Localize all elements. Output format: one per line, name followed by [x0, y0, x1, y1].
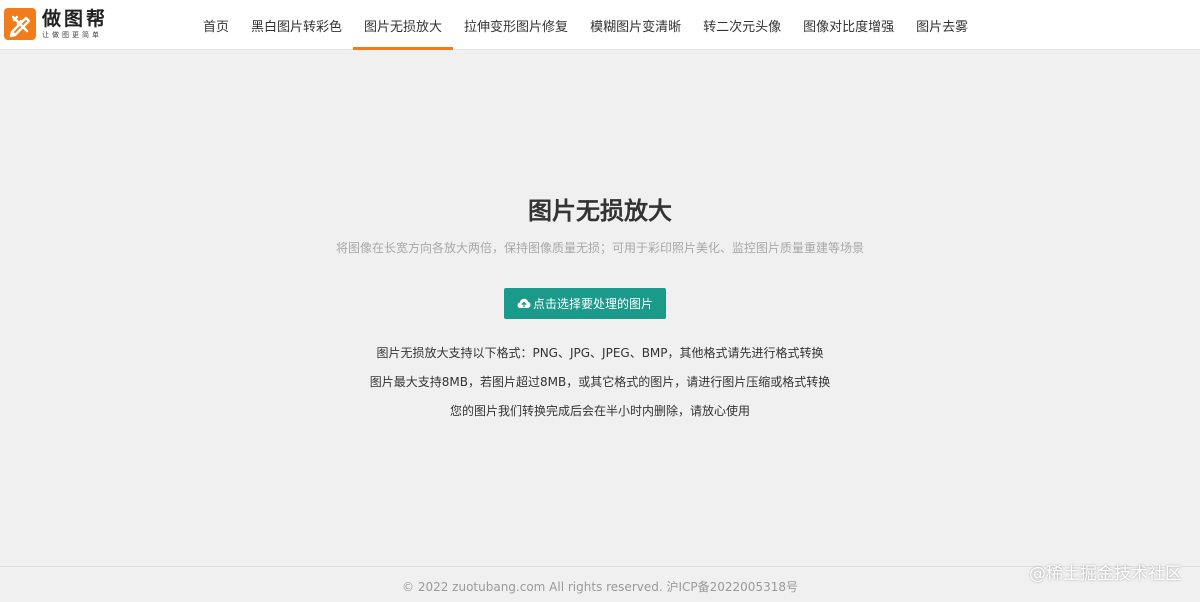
footer: © 2022 zuotubang.com All rights reserved… [0, 566, 1200, 602]
size-info: 图片最大支持8MB，若图片超过8MB，或其它格式的图片，请进行图片压缩或格式转换 [369, 375, 831, 389]
nav-item-colorize[interactable]: 黑白图片转彩色 [240, 0, 353, 50]
upload-button-label: 点击选择要处理的图片 [532, 297, 653, 311]
page-title: 图片无损放大 [528, 197, 672, 225]
nav-item-contrast-enhance[interactable]: 图像对比度增强 [792, 0, 905, 50]
pencil-ruler-icon [4, 8, 36, 40]
site-logo[interactable]: 做图帮 让做图更简单 [4, 7, 108, 41]
format-info: 图片无损放大支持以下格式：PNG、JPG、JPEG、BMP，其他格式请先进行格式… [376, 346, 824, 360]
privacy-info: 您的图片我们转换完成后会在半小时内删除，请放心使用 [449, 404, 750, 418]
main-content: 图片无损放大 将图像在长宽方向各放大两倍，保持图像质量无损；可用于彩印照片美化、… [0, 51, 1200, 565]
logo-slogan: 让做图更简单 [42, 30, 102, 39]
nav-item-home[interactable]: 首页 [192, 0, 240, 50]
copyright-text: © 2022 zuotubang.com All rights reserved… [402, 580, 798, 594]
main-nav: 首页 黑白图片转彩色 图片无损放大 拉伸变形图片修复 模糊图片变清晰 转二次元头… [192, 0, 979, 50]
nav-item-stretch-repair[interactable]: 拉伸变形图片修复 [453, 0, 579, 50]
watermark-text: @稀土掘金技术社区 [1029, 564, 1182, 584]
page-subtitle: 将图像在长宽方向各放大两倍，保持图像质量无损；可用于彩印照片美化、监控图片质量重… [335, 241, 864, 255]
nav-item-anime-avatar[interactable]: 转二次元头像 [692, 0, 792, 50]
nav-item-dehaze[interactable]: 图片去雾 [905, 0, 979, 50]
nav-item-deblur[interactable]: 模糊图片变清晰 [579, 0, 692, 50]
logo-text: 做图帮 让做图更简单 [42, 7, 109, 40]
cloud-upload-icon [517, 298, 531, 309]
nav-item-upscale[interactable]: 图片无损放大 [353, 0, 454, 50]
top-navbar: 做图帮 让做图更简单 首页 黑白图片转彩色 图片无损放大 拉伸变形图片修复 模糊… [0, 0, 1200, 50]
upload-image-button[interactable]: 点击选择要处理的图片 [504, 288, 666, 319]
logo-title: 做图帮 [42, 7, 109, 30]
